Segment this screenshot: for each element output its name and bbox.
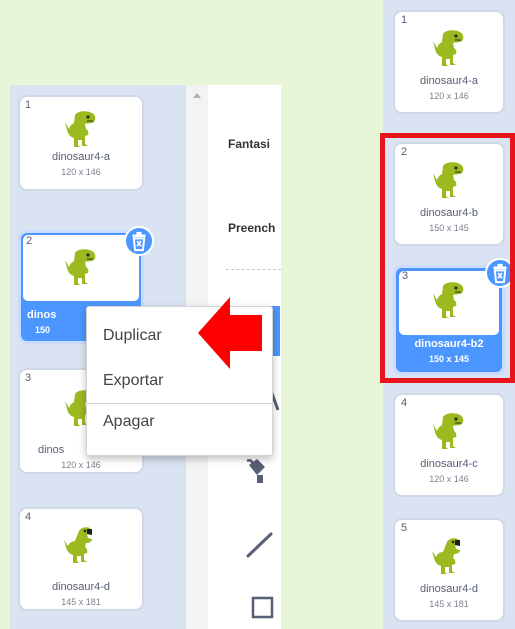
trash-icon (126, 228, 152, 254)
menu-divider (87, 403, 272, 404)
costume-size: 120 x 146 (61, 460, 101, 470)
costume-item-1[interactable]: 1 dinosaur4-a 120 x 146 (393, 10, 505, 114)
dinosaur-thumbnail (429, 411, 469, 451)
separator-line (226, 269, 281, 270)
costume-number: 1 (401, 14, 408, 26)
costume-size: 120 x 146 (429, 474, 469, 484)
outline-label: Preench (228, 221, 276, 235)
costume-name: dinosaur4-d (419, 583, 479, 595)
costume-item-5[interactable]: 5 dinosaur4-d 145 x 181 (393, 518, 505, 622)
costume-number: 3 (25, 372, 32, 384)
pointer-arrow-icon (198, 297, 262, 369)
costume-name: dinosaur4-d (51, 581, 111, 593)
menu-item-duplicate[interactable]: Duplicar (103, 327, 162, 345)
costume-size: 120 x 146 (429, 91, 469, 101)
costume-number: 4 (25, 511, 32, 523)
costume-size: 145 x 181 (61, 597, 101, 607)
costume-number: 2 (26, 235, 33, 247)
menu-item-export[interactable]: Exportar (103, 372, 163, 390)
costume-name: dinosaur4-a (51, 151, 111, 163)
costume-size: 120 x 146 (61, 167, 101, 177)
costume-name: dinosaur4-a (419, 75, 479, 87)
line-tool-icon[interactable] (245, 530, 275, 560)
rectangle-tool-icon[interactable] (251, 596, 275, 620)
dinosaur-thumbnail (61, 109, 101, 149)
costume-number: 1 (25, 99, 32, 111)
menu-item-delete[interactable]: Apagar (103, 413, 155, 431)
dinosaur-thumbnail (61, 525, 101, 565)
costume-item-1[interactable]: 1 dinosaur4-a 120 x 146 (18, 95, 144, 191)
costume-item-4[interactable]: 4 dinosaur4-d 145 x 181 (18, 507, 144, 611)
dinosaur-thumbnail (429, 28, 469, 68)
costume-item-4[interactable]: 4 dinosaur4-c 120 x 146 (393, 393, 505, 497)
costume-name: dinosaur4-c (420, 458, 478, 470)
costume-number: 4 (401, 397, 408, 409)
dinosaur-thumbnail (61, 247, 101, 287)
costume-size: 145 x 181 (429, 599, 469, 609)
highlight-frame (380, 133, 515, 383)
delete-costume-button[interactable] (124, 226, 154, 256)
dinosaur-thumbnail (429, 536, 469, 576)
fill-label: Fantasi (228, 137, 271, 151)
costume-size: 150 (35, 325, 51, 335)
scroll-up-arrow-icon[interactable] (192, 91, 202, 99)
costume-number: 5 (401, 522, 408, 534)
paint-bucket-icon[interactable] (243, 455, 273, 485)
costume-name: dinos (27, 309, 57, 321)
